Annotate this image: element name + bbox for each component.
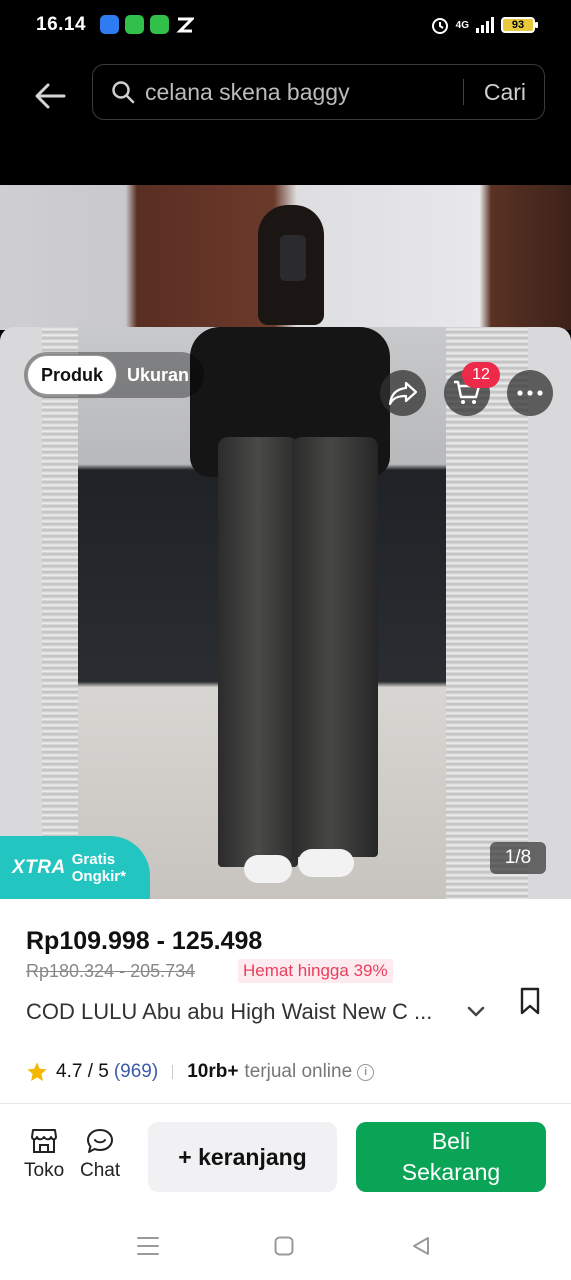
image-jeans-left	[218, 437, 298, 867]
search-header: celana skena baggy Cari	[0, 52, 571, 185]
shop-icon	[31, 1129, 58, 1153]
image-phone	[280, 235, 306, 281]
status-time: 16.14	[36, 14, 87, 35]
nav-back-button[interactable]	[408, 1233, 434, 1259]
tab-ukuran[interactable]: Ukuran	[117, 365, 199, 386]
status-indicators: 4G 93	[430, 15, 538, 35]
more-options-button[interactable]	[507, 370, 553, 416]
rating-separator	[172, 1065, 174, 1079]
rating-value: 4.7 / 5	[56, 1061, 109, 1082]
shop-button[interactable]: Toko	[24, 1128, 64, 1182]
app-notification-icon	[100, 15, 119, 34]
chat-icon	[87, 1129, 114, 1153]
chevron-down-icon[interactable]	[466, 1005, 486, 1019]
add-to-cart-button[interactable]: + keranjang	[148, 1122, 337, 1192]
back-button[interactable]	[28, 74, 72, 118]
shop-label: Toko	[24, 1160, 65, 1181]
signal-icon	[476, 17, 494, 33]
buy-now-label-line-2: Sekarang	[401, 1159, 501, 1185]
system-nav-bar	[0, 1213, 571, 1280]
app-notification-icon	[175, 15, 194, 34]
product-image-backdrop	[0, 185, 571, 330]
back-triangle-icon	[413, 1237, 429, 1255]
product-image[interactable]	[0, 327, 571, 899]
network-type: 4G	[455, 19, 469, 31]
original-price: Rp180.324 - 205.734	[26, 961, 196, 981]
chat-label: Chat	[80, 1160, 121, 1181]
image-shoe-right	[298, 849, 354, 877]
nav-home-button[interactable]	[271, 1233, 297, 1259]
price-range: Rp109.998 - 125.498	[26, 927, 263, 955]
search-input[interactable]: celana skena baggy	[145, 79, 463, 106]
search-bar[interactable]: celana skena baggy Cari	[92, 64, 545, 120]
tab-produk[interactable]: Produk	[27, 355, 118, 395]
nav-menu-button[interactable]	[135, 1233, 161, 1259]
chat-button[interactable]: Chat	[80, 1128, 120, 1182]
share-button[interactable]	[380, 370, 426, 416]
app-notification-icon	[125, 15, 144, 34]
share-icon	[388, 381, 418, 406]
back-arrow-icon	[35, 83, 66, 109]
sold-label: terjual online	[244, 1061, 353, 1082]
menu-icon	[137, 1237, 159, 1255]
search-button[interactable]: Cari	[464, 79, 544, 106]
bottom-action-bar: Toko Chat + keranjang Beli Sekarang	[0, 1103, 571, 1213]
discount-badge: Hemat hingga 39%	[238, 959, 393, 983]
promo-line-1: Gratis	[71, 850, 116, 868]
rating-row: 4.7 / 5 (969) 10rb+ terjual online i	[26, 1061, 375, 1083]
review-count[interactable]: (969)	[114, 1061, 158, 1083]
alarm-icon	[431, 18, 448, 34]
product-info: Rp109.998 - 125.498 Rp180.324 - 205.734 …	[0, 899, 571, 1103]
promo-line-2: Ongkir*	[71, 867, 126, 885]
info-icon[interactable]: i	[357, 1063, 375, 1081]
free-shipping-badge: XTRA Gratis Ongkir*	[0, 836, 150, 899]
search-icon	[111, 79, 137, 105]
promo-brand: XTRA	[12, 856, 66, 878]
battery-icon: 93	[501, 17, 538, 33]
bookmark-icon[interactable]	[518, 987, 542, 1015]
promo-text: Gratis Ongkir*	[72, 851, 126, 885]
image-page-counter: 1/8	[490, 842, 546, 874]
buy-now-button[interactable]: Beli Sekarang	[356, 1122, 546, 1192]
star-icon	[27, 1062, 47, 1081]
image-shoe-left	[244, 855, 292, 883]
buy-now-label-line-1: Beli	[431, 1128, 471, 1154]
cart-count-badge: 12	[462, 362, 500, 388]
product-title[interactable]: COD LULU Abu abu High Waist New C ...	[26, 999, 432, 1025]
more-dots-icon	[517, 390, 543, 396]
battery-level: 93	[511, 19, 525, 31]
status-app-icons	[100, 15, 194, 34]
status-bar: 16.14 4G 93	[0, 0, 571, 52]
app-notification-icon	[150, 15, 169, 34]
gallery-tab-switch: Produk Ukuran	[24, 352, 204, 398]
image-jeans-right	[292, 437, 378, 857]
sold-count: 10rb+	[187, 1061, 239, 1082]
home-square-icon	[274, 1236, 294, 1256]
